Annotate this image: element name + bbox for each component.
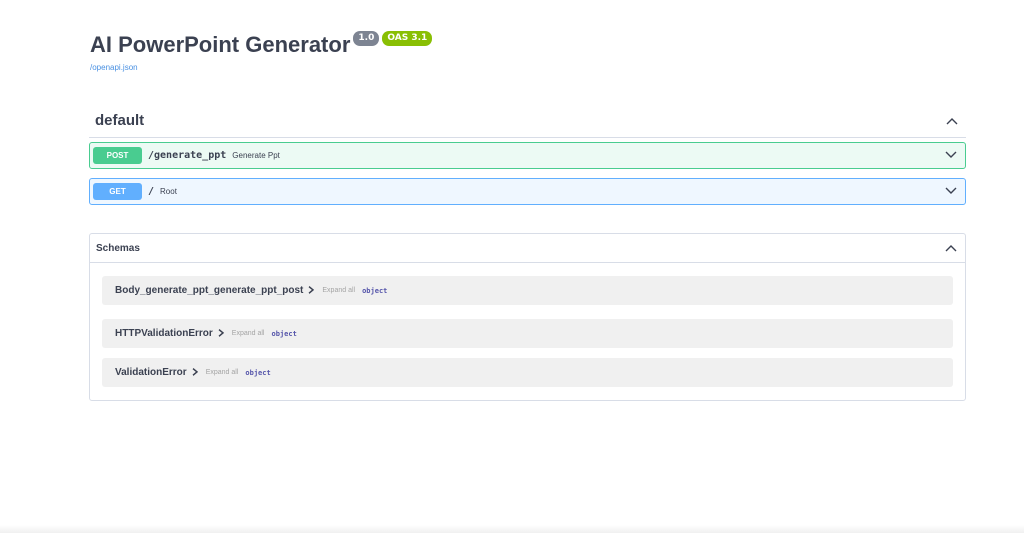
- method-badge-post: POST: [93, 147, 142, 164]
- title-row: AI PowerPoint Generator 1.0 OAS 3.1: [90, 30, 433, 60]
- operation-summary: Root: [160, 187, 177, 196]
- model-type: object: [362, 286, 388, 295]
- operation-path: /generate_ppt: [148, 150, 227, 161]
- model-type: object: [271, 329, 297, 338]
- operation-path: /: [148, 186, 155, 197]
- model-validation-error[interactable]: ValidationError Expand all object: [102, 358, 953, 387]
- chevron-right-icon[interactable]: [192, 367, 198, 378]
- schemas-header[interactable]: Schemas: [90, 234, 965, 263]
- expand-all-button[interactable]: Expand all: [232, 330, 265, 337]
- operation-summary: Generate Ppt: [232, 151, 280, 160]
- schemas-section: Schemas Body_generate_ppt_generate_ppt_p…: [89, 233, 966, 401]
- model-http-validation-error[interactable]: HTTPValidationError Expand all object: [102, 319, 953, 348]
- openapi-json-link[interactable]: /openapi.json: [90, 63, 432, 72]
- chevron-up-icon[interactable]: [943, 240, 959, 256]
- window-bottom-shadow: [0, 525, 1024, 533]
- tag-name: default: [95, 112, 145, 129]
- model-type: object: [245, 368, 271, 377]
- tag-section-default: default POST /generate_ppt Generate Ppt …: [89, 104, 966, 205]
- operation-post-generate-ppt[interactable]: POST /generate_ppt Generate Ppt: [89, 142, 966, 169]
- model-body-generate-ppt[interactable]: Body_generate_ppt_generate_ppt_post Expa…: [102, 276, 953, 305]
- schemas-title: Schemas: [96, 242, 140, 254]
- chevron-right-icon[interactable]: [308, 285, 315, 296]
- swagger-ui-page: AI PowerPoint Generator 1.0 OAS 3.1 /ope…: [0, 0, 1024, 533]
- model-name: Body_generate_ppt_generate_ppt_post: [115, 285, 304, 296]
- chevron-down-icon[interactable]: [943, 147, 959, 163]
- method-badge-get: GET: [93, 183, 142, 200]
- model-name: HTTPValidationError: [115, 328, 213, 339]
- operation-get-root[interactable]: GET / Root: [89, 178, 966, 205]
- chevron-right-icon[interactable]: [218, 328, 224, 339]
- api-info: AI PowerPoint Generator 1.0 OAS 3.1 /ope…: [90, 30, 433, 72]
- oas-badge: OAS 3.1: [382, 31, 433, 46]
- chevron-down-icon[interactable]: [943, 183, 959, 199]
- chevron-up-icon[interactable]: [944, 113, 960, 129]
- expand-all-button[interactable]: Expand all: [206, 369, 239, 376]
- tag-header[interactable]: default: [89, 104, 966, 138]
- model-name: ValidationError: [115, 367, 187, 378]
- expand-all-button[interactable]: Expand all: [322, 287, 355, 294]
- version-badge: 1.0: [353, 31, 380, 46]
- api-title: AI PowerPoint Generator: [90, 32, 351, 57]
